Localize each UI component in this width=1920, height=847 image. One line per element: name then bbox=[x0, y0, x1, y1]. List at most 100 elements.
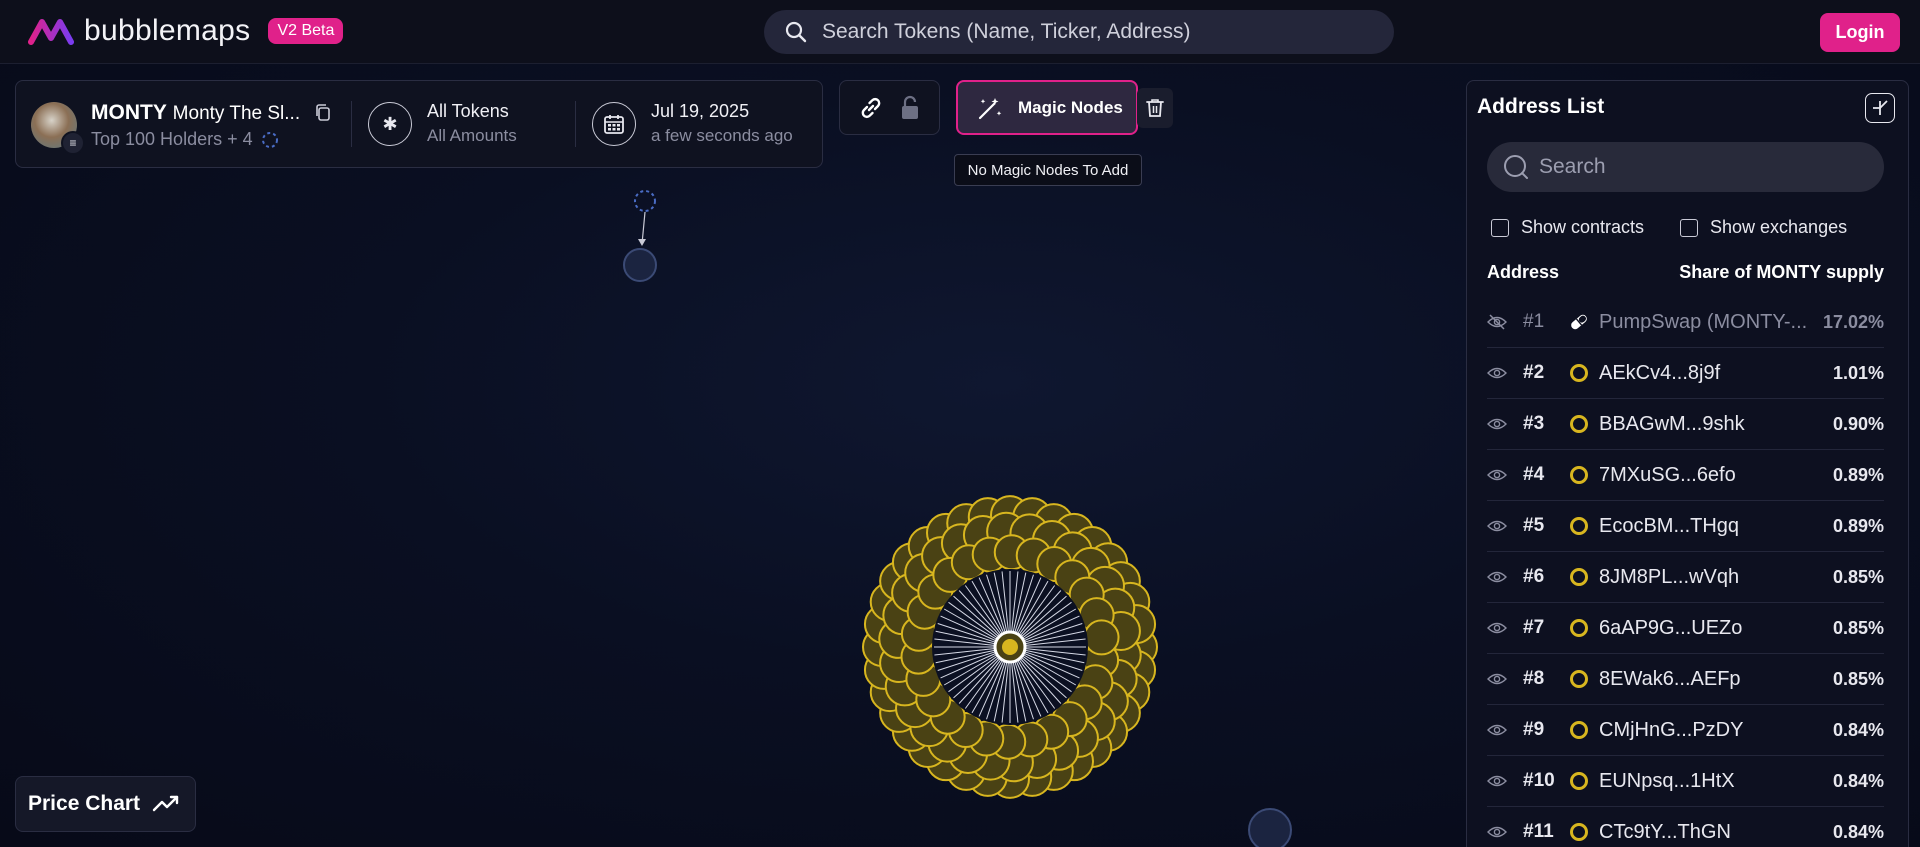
holder-rank: #2 bbox=[1523, 362, 1545, 383]
link-icon[interactable] bbox=[857, 94, 885, 122]
small-node-loading bbox=[634, 190, 656, 212]
magic-wand-icon bbox=[978, 97, 1002, 119]
divider bbox=[351, 101, 352, 147]
trash-icon bbox=[1146, 99, 1164, 117]
holder-address: CTc9tY...ThGN bbox=[1599, 820, 1731, 843]
holder-rank: #9 bbox=[1523, 719, 1545, 740]
holder-share: 17.02% bbox=[1822, 311, 1884, 332]
holder-bubble bbox=[1083, 619, 1120, 656]
date-label[interactable]: Jul 19, 2025 bbox=[651, 101, 749, 122]
holder-dot-icon bbox=[1570, 364, 1588, 382]
lock-icon[interactable] bbox=[898, 94, 922, 122]
eye-icon[interactable] bbox=[1487, 416, 1507, 432]
token-search-bar[interactable] bbox=[764, 10, 1394, 54]
holder-share: 0.85% bbox=[1832, 566, 1884, 587]
show-contracts-toggle[interactable]: Show contracts bbox=[1491, 217, 1644, 238]
holder-share: 0.85% bbox=[1832, 668, 1884, 689]
holder-rank: #8 bbox=[1523, 668, 1545, 689]
holder-address: 6aAP9G...UEZo bbox=[1599, 616, 1743, 639]
address-rows: #1 PumpSwap (MONTY-... 17.02% #2 AEkCv4...8j… bbox=[1487, 297, 1884, 847]
show-exchanges-checkbox[interactable] bbox=[1680, 218, 1698, 237]
holder-share: 0.84% bbox=[1832, 719, 1884, 740]
eye-off-icon[interactable] bbox=[1487, 314, 1507, 330]
token-search-input[interactable] bbox=[822, 20, 1362, 44]
eye-icon[interactable] bbox=[1487, 824, 1507, 840]
token-name: Monty The Sl... bbox=[172, 103, 301, 124]
show-contracts-label: Show contracts bbox=[1521, 217, 1645, 237]
address-search-input[interactable] bbox=[1539, 155, 1859, 179]
eye-icon[interactable] bbox=[1487, 569, 1507, 585]
calendar-icon[interactable] bbox=[592, 102, 636, 146]
holder-share: 0.89% bbox=[1832, 515, 1884, 536]
address-row[interactable]: #5 EcocBM...THgq 0.89% bbox=[1487, 501, 1884, 552]
show-exchanges-toggle[interactable]: Show exchanges bbox=[1680, 217, 1847, 238]
holder-rank: #1 bbox=[1523, 311, 1545, 332]
address-search-bar[interactable] bbox=[1487, 142, 1884, 192]
holder-share: 1.01% bbox=[1832, 362, 1884, 383]
holder-dot-icon bbox=[1570, 466, 1588, 484]
isolated-node bbox=[623, 248, 657, 282]
delete-button[interactable] bbox=[1137, 88, 1173, 128]
holder-share: 0.84% bbox=[1832, 770, 1884, 791]
holder-dot-icon bbox=[1570, 721, 1588, 739]
holder-address: AEkCv4...8j9f bbox=[1599, 361, 1721, 384]
holder-rank: #6 bbox=[1523, 566, 1545, 587]
token-info-panel: ≡ MONTY Monty The Sl... Top 100 Holders … bbox=[15, 80, 823, 168]
holder-address: 8EWak6...AEFp bbox=[1599, 667, 1741, 690]
logo[interactable]: bubblemaps V2 Beta bbox=[28, 14, 344, 48]
holder-dot-icon bbox=[1570, 415, 1588, 433]
eye-icon[interactable] bbox=[1487, 467, 1507, 483]
eye-icon[interactable] bbox=[1487, 773, 1507, 789]
holder-dot-icon bbox=[1570, 823, 1588, 841]
holder-share: 0.90% bbox=[1832, 413, 1884, 434]
share-column-header: Share of MONTY supply bbox=[1679, 262, 1884, 282]
holder-address: BBAGwM...9shk bbox=[1599, 412, 1745, 435]
eye-icon[interactable] bbox=[1487, 671, 1507, 687]
copy-icon[interactable] bbox=[314, 103, 332, 123]
address-row[interactable]: #9 CMjHnG...PzDY 0.84% bbox=[1487, 705, 1884, 756]
price-chart-label: Price Chart bbox=[28, 792, 141, 815]
trend-line-icon bbox=[152, 795, 179, 812]
link-lock-group bbox=[839, 80, 940, 135]
bubblemaps-logo-icon bbox=[28, 19, 74, 45]
asterisk-icon[interactable]: ✱ bbox=[368, 102, 412, 146]
tokens-filter-label[interactable]: All Tokens bbox=[427, 101, 509, 122]
address-row[interactable]: #1 PumpSwap (MONTY-... 17.02% bbox=[1487, 297, 1884, 348]
show-exchanges-label: Show exchanges bbox=[1710, 217, 1848, 237]
eye-icon[interactable] bbox=[1487, 365, 1507, 381]
pool-node-core bbox=[1002, 639, 1018, 655]
holder-rank: #5 bbox=[1523, 515, 1545, 536]
holder-address: CMjHnG...PzDY bbox=[1599, 718, 1744, 741]
holder-rank: #11 bbox=[1523, 821, 1554, 842]
eye-icon[interactable] bbox=[1487, 518, 1507, 534]
holders-filter[interactable]: Top 100 Holders + 4 bbox=[91, 129, 279, 150]
show-contracts-checkbox[interactable] bbox=[1491, 218, 1509, 237]
date-relative-label: a few seconds ago bbox=[651, 126, 793, 145]
address-row[interactable]: #11 CTc9tY...ThGN 0.84% bbox=[1487, 807, 1884, 847]
loading-spinner-icon bbox=[261, 131, 278, 148]
address-row[interactable]: #10 EUNpsq...1HtX 0.84% bbox=[1487, 756, 1884, 807]
search-icon bbox=[785, 21, 807, 43]
magic-nodes-label: Magic Nodes bbox=[1018, 97, 1123, 117]
logo-text: bubblemaps bbox=[84, 14, 251, 47]
bubble-graph[interactable] bbox=[0, 170, 1460, 847]
login-button[interactable]: Login bbox=[1820, 13, 1900, 52]
address-row[interactable]: #8 8EWak6...AEFp 0.85% bbox=[1487, 654, 1884, 705]
collapse-button[interactable] bbox=[1865, 93, 1895, 123]
magic-nodes-button[interactable]: Magic Nodes bbox=[956, 80, 1138, 135]
address-row[interactable]: #6 8JM8PL...wVqh 0.85% bbox=[1487, 552, 1884, 603]
price-chart-button[interactable]: Price Chart bbox=[15, 776, 196, 832]
search-icon bbox=[1504, 155, 1528, 179]
amounts-filter-label: All Amounts bbox=[427, 126, 517, 145]
address-row[interactable]: #3 BBAGwM...9shk 0.90% bbox=[1487, 399, 1884, 450]
collapse-icon bbox=[1873, 100, 1888, 115]
address-row[interactable]: #4 7MXuSG...6efo 0.89% bbox=[1487, 450, 1884, 501]
address-row[interactable]: #7 6aAP9G...UEZo 0.85% bbox=[1487, 603, 1884, 654]
token-ticker: MONTY bbox=[91, 101, 167, 124]
eye-icon[interactable] bbox=[1487, 722, 1507, 738]
holder-address: 7MXuSG...6efo bbox=[1599, 463, 1736, 486]
holder-share: 0.89% bbox=[1832, 464, 1884, 485]
address-row[interactable]: #2 AEkCv4...8j9f 1.01% bbox=[1487, 348, 1884, 399]
eye-icon[interactable] bbox=[1487, 620, 1507, 636]
holder-share: 0.84% bbox=[1832, 821, 1884, 842]
